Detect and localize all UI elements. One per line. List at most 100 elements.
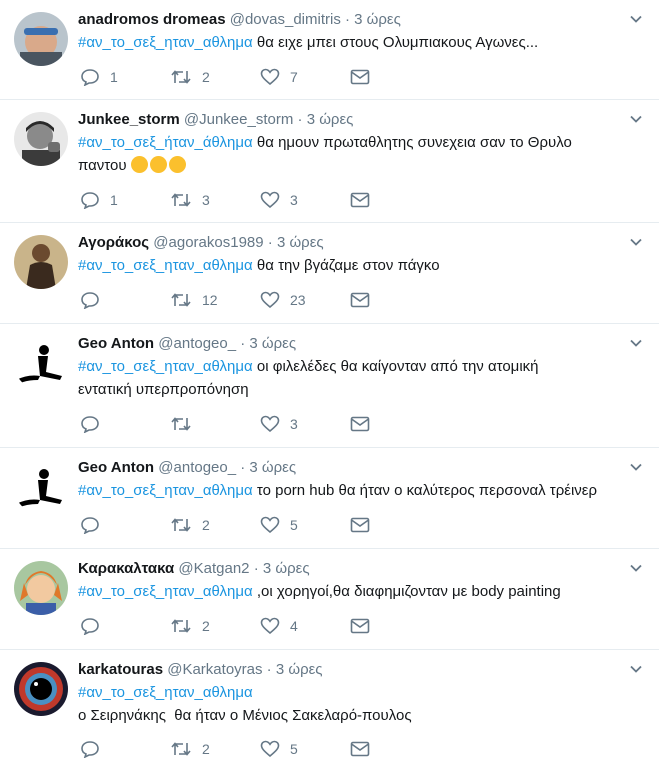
tweet[interactable]: Καρακαλτακα @Katgan2 · 3 ώρες #αν_το_σεξ… — [0, 549, 659, 650]
tweet[interactable]: karkatouras @Karkatoyras · 3 ώρες #αν_το… — [0, 650, 659, 768]
direct-message-button[interactable] — [350, 618, 380, 634]
tweet[interactable]: Geo Anton @antogeo_ · 3 ώρες #αν_το_σεξ_… — [0, 324, 659, 448]
mail-icon — [350, 517, 370, 533]
like-button[interactable]: 7 — [260, 68, 350, 86]
like-button[interactable]: 4 — [260, 617, 350, 635]
separator-dot: · — [267, 234, 273, 251]
author-name[interactable]: anadromos dromeas — [78, 11, 226, 28]
chevron-down-icon[interactable] — [629, 12, 643, 26]
author-handle[interactable]: @Karkatoyras — [167, 661, 262, 678]
retweet-count: 2 — [202, 618, 210, 634]
timestamp[interactable]: 3 ώρες — [249, 335, 296, 352]
tweet-body: θα την βγάζαμε στον πάγκο — [252, 257, 440, 274]
like-count: 7 — [290, 69, 298, 85]
author-handle[interactable]: @antogeo_ — [158, 335, 236, 352]
reply-button[interactable] — [80, 415, 170, 433]
reply-button[interactable]: 1 — [80, 191, 170, 209]
retweet-button[interactable]: 2 — [170, 516, 260, 534]
avatar[interactable] — [14, 12, 68, 66]
mail-icon — [350, 741, 370, 757]
direct-message-button[interactable] — [350, 741, 380, 757]
retweet-button[interactable]: 2 — [170, 740, 260, 758]
like-count: 4 — [290, 618, 298, 634]
reply-button[interactable] — [80, 617, 170, 635]
retweet-icon — [171, 619, 191, 633]
like-button[interactable]: 5 — [260, 516, 350, 534]
retweet-button[interactable] — [170, 415, 260, 433]
author-name[interactable]: Geo Anton — [78, 459, 154, 476]
like-count: 3 — [290, 416, 298, 432]
hashtag-link[interactable]: #αν_το_σεξ_ήταν_άθλημα — [78, 134, 253, 151]
direct-message-button[interactable] — [350, 69, 380, 85]
avatar[interactable] — [14, 112, 68, 166]
avatar[interactable] — [14, 662, 68, 716]
mail-icon — [350, 416, 370, 432]
chevron-down-icon[interactable] — [629, 662, 643, 676]
hashtag-link[interactable]: #αν_το_σεξ_ηταν_αθλημα — [78, 482, 253, 499]
like-button[interactable]: 3 — [260, 415, 350, 433]
timestamp[interactable]: 3 ώρες — [276, 661, 323, 678]
author-name[interactable]: Junkee_storm — [78, 111, 180, 128]
like-count: 5 — [290, 741, 298, 757]
author-handle[interactable]: @agorakos1989 — [153, 234, 263, 251]
timestamp[interactable]: 3 ώρες — [249, 459, 296, 476]
like-count: 23 — [290, 292, 306, 308]
author-name[interactable]: Geo Anton — [78, 335, 154, 352]
like-button[interactable]: 23 — [260, 291, 350, 309]
author-handle[interactable]: @Katgan2 — [178, 560, 249, 577]
retweet-icon — [171, 417, 191, 431]
author-name[interactable]: karkatouras — [78, 661, 163, 678]
timestamp[interactable]: 3 ώρες — [277, 234, 324, 251]
reply-button[interactable] — [80, 291, 170, 309]
chevron-down-icon[interactable] — [629, 112, 643, 126]
like-button[interactable]: 5 — [260, 740, 350, 758]
tweet-body: οι φιλελέδες θα καίγονταν από την ατομικ… — [252, 358, 539, 375]
author-handle[interactable]: @dovas_dimitris — [230, 11, 341, 28]
reply-button[interactable]: 1 — [80, 68, 170, 86]
chevron-down-icon[interactable] — [629, 336, 643, 350]
separator-dot: · — [253, 560, 259, 577]
hashtag-link[interactable]: #αν_το_σεξ_ηταν_αθλημα — [78, 583, 253, 600]
chevron-down-icon[interactable] — [629, 235, 643, 249]
mail-icon — [350, 292, 370, 308]
tweet[interactable]: Junkee_storm @Junkee_storm · 3 ώρες #αν_… — [0, 100, 659, 223]
author-handle[interactable]: @Junkee_storm — [184, 111, 293, 128]
separator-dot: · — [344, 11, 350, 28]
timestamp[interactable]: 3 ώρες — [307, 111, 354, 128]
separator-dot: · — [240, 335, 246, 352]
separator-dot: · — [240, 459, 246, 476]
retweet-button[interactable]: 2 — [170, 68, 260, 86]
author-name[interactable]: Καρακαλτακα — [78, 560, 174, 577]
tweet[interactable]: Geo Anton @antogeo_ · 3 ώρες #αν_το_σεξ_… — [0, 448, 659, 549]
chevron-down-icon[interactable] — [629, 460, 643, 474]
author-name[interactable]: Αγοράκος — [78, 234, 149, 251]
timestamp[interactable]: 3 ώρες — [263, 560, 310, 577]
reply-button[interactable] — [80, 740, 170, 758]
retweet-button[interactable]: 12 — [170, 291, 260, 309]
chevron-down-icon[interactable] — [629, 561, 643, 575]
tweet[interactable]: Αγοράκος @agorakos1989 · 3 ώρες #αν_το_σ… — [0, 223, 659, 324]
like-button[interactable]: 3 — [260, 191, 350, 209]
hashtag-link[interactable]: #αν_το_σεξ_ηταν_αθλημα — [78, 257, 253, 274]
hashtag-link[interactable]: #αν_το_σεξ_ηταν_αθλημα — [78, 34, 253, 51]
timestamp[interactable]: 3 ώρες — [354, 11, 401, 28]
retweet-button[interactable]: 2 — [170, 617, 260, 635]
direct-message-button[interactable] — [350, 192, 380, 208]
author-handle[interactable]: @antogeo_ — [158, 459, 236, 476]
reply-button[interactable] — [80, 516, 170, 534]
direct-message-button[interactable] — [350, 292, 380, 308]
avatar[interactable] — [14, 460, 68, 514]
like-count: 3 — [290, 192, 298, 208]
retweet-button[interactable]: 3 — [170, 191, 260, 209]
grin-emoji-icon — [149, 156, 167, 173]
avatar[interactable] — [14, 336, 68, 390]
direct-message-button[interactable] — [350, 517, 380, 533]
heart-icon — [260, 415, 280, 433]
direct-message-button[interactable] — [350, 416, 380, 432]
hashtag-link[interactable]: #αν_το_σεξ_ηταν_αθλημα — [78, 358, 253, 375]
avatar[interactable] — [14, 235, 68, 289]
hashtag-link[interactable]: #αν_το_σεξ_ηταν_αθλημα — [78, 684, 253, 701]
tweet-text: #αν_το_σεξ_ήταν_άθλημα θα ημουν πρωταθλη… — [78, 131, 629, 177]
avatar[interactable] — [14, 561, 68, 615]
tweet[interactable]: anadromos dromeas @dovas_dimitris · 3 ώρ… — [0, 0, 659, 100]
